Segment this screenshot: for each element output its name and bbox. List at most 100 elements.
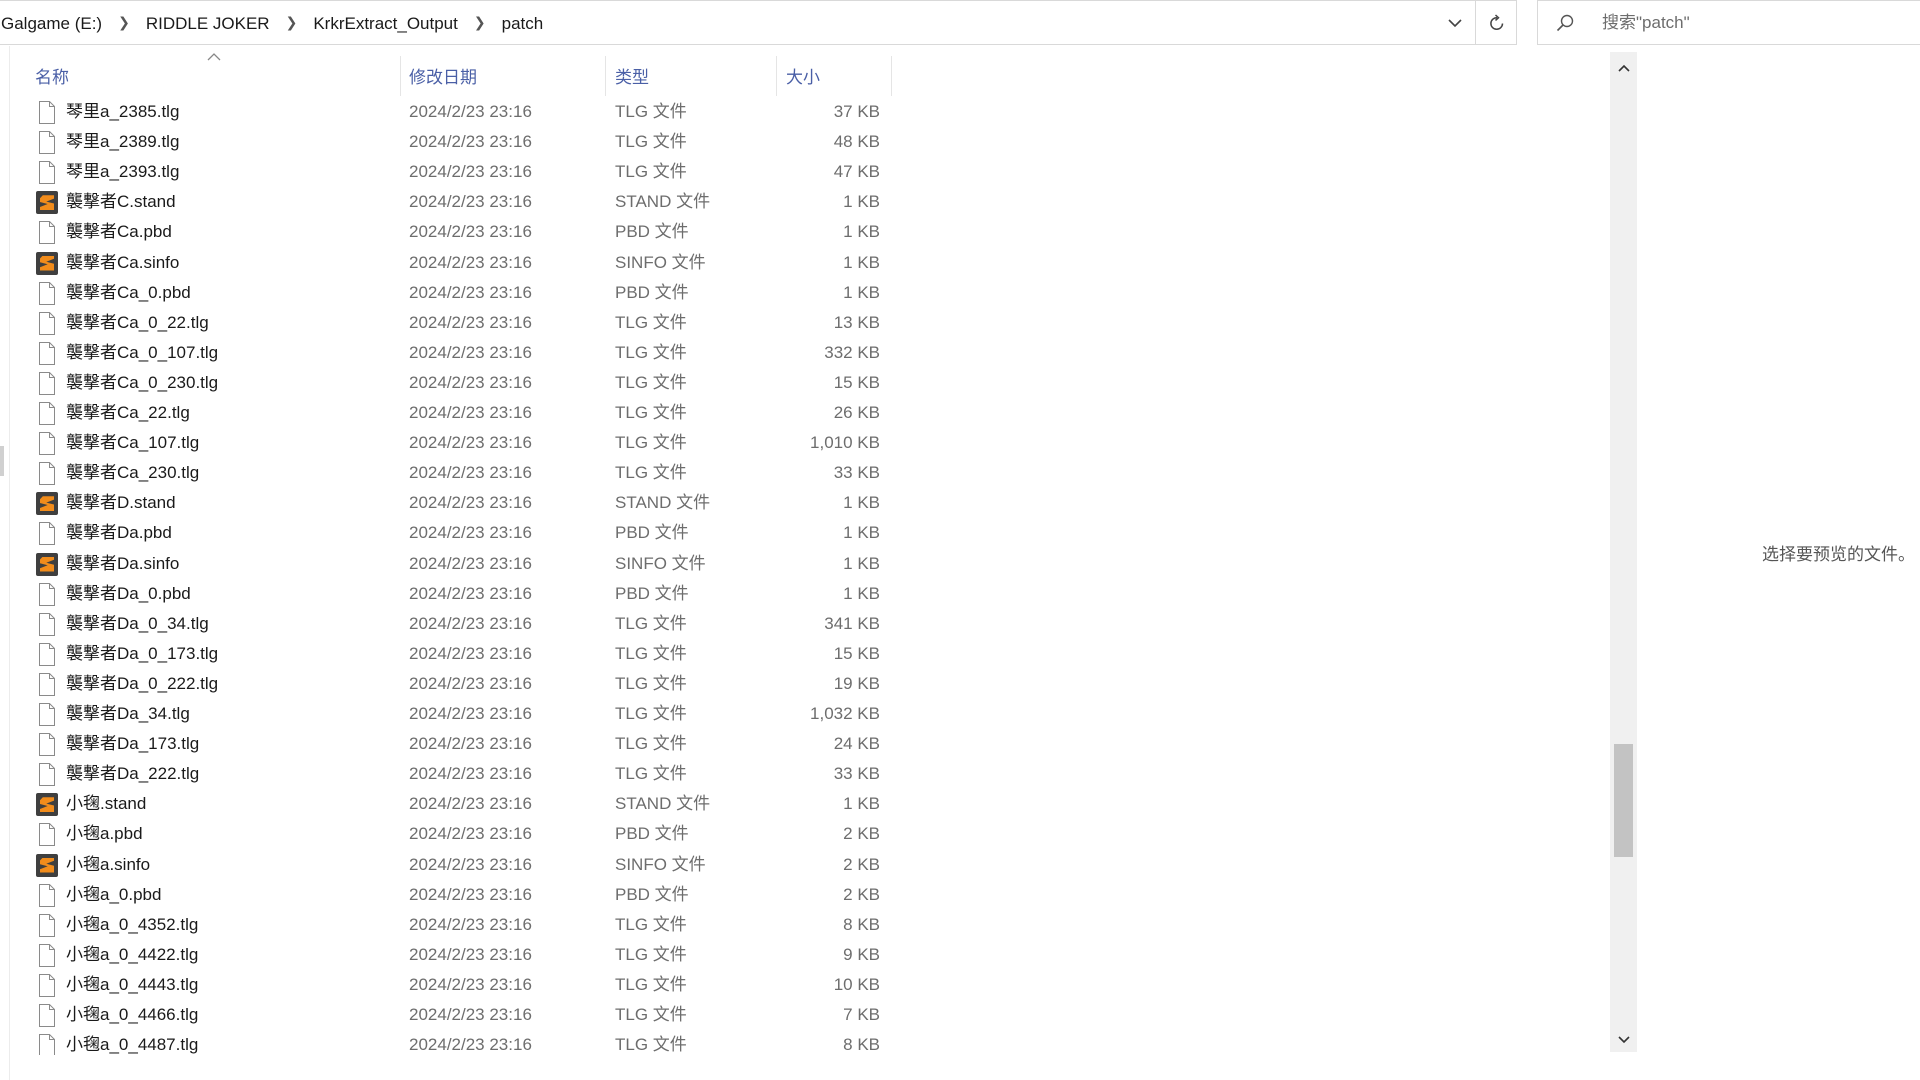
file-name: 琴里a_2393.tlg [66,162,180,182]
scroll-up-button[interactable] [1610,56,1637,80]
file-row[interactable]: 小毱.stand 2024/2/23 23:16 STAND 文件 1 KB [0,789,895,819]
file-row[interactable]: 襲撃者Da_34.tlg 2024/2/23 23:16 TLG 文件 1,032 K… [0,699,895,729]
breadcrumb-riddle-joker[interactable]: RIDDLE JOKER [146,14,270,34]
file-type: PBD 文件 [615,222,689,242]
file-modified-date: 2024/2/23 23:16 [409,312,532,332]
file-row[interactable]: 小毱a_0_4352.tlg 2024/2/23 23:16 TLG 文件 8 KB [0,910,895,940]
file-type: TLG 文件 [615,944,687,964]
breadcrumb-krkrextract-output[interactable]: KrkrExtract_Output [313,14,458,34]
file-name: 琴里a_2389.tlg [66,132,180,152]
file-row[interactable]: 小毱a_0_4422.tlg 2024/2/23 23:16 TLG 文件 9 KB [0,940,895,970]
file-type: TLG 文件 [615,162,687,182]
file-row[interactable]: 襲撃者Ca_0.pbd 2024/2/23 23:16 PBD 文件 1 KB [0,278,895,308]
sort-ascending-icon [207,53,221,61]
file-type: TLG 文件 [615,914,687,934]
file-modified-date: 2024/2/23 23:16 [409,884,532,904]
breadcrumb-patch[interactable]: patch [502,14,544,34]
blank-file-icon [36,432,58,456]
file-row[interactable]: 琴里a_2393.tlg 2024/2/23 23:16 TLG 文件 47 KB [0,157,895,187]
blank-file-icon [36,101,58,124]
sublime-file-icon [36,552,58,576]
file-list[interactable]: 琴里a_2385.tlg 2024/2/23 23:16 TLG 文件 37 KB 琴里… [0,97,1610,1055]
blank-file-icon [36,161,58,185]
file-row[interactable]: 襲撃者Ca_107.tlg 2024/2/23 23:16 TLG 文件 1,010 … [0,428,895,458]
refresh-button[interactable] [1475,1,1517,44]
column-divider[interactable] [891,56,892,96]
file-row[interactable]: 襲撃者Ca.pbd 2024/2/23 23:16 PBD 文件 1 KB [0,217,895,247]
file-list-scrollbar[interactable] [1610,52,1637,1052]
file-size: 47 KB [833,162,880,182]
file-type: TLG 文件 [615,372,687,392]
file-modified-date: 2024/2/23 23:16 [409,102,532,121]
file-type: SINFO 文件 [615,252,706,272]
file-row[interactable]: 襲撃者Ca_230.tlg 2024/2/23 23:16 TLG 文件 33 KB [0,458,895,488]
file-type: TLG 文件 [615,673,687,693]
file-size: 13 KB [833,312,880,332]
file-row[interactable]: 襲撃者Ca_0_22.tlg 2024/2/23 23:16 TLG 文件 13 KB [0,308,895,338]
file-row[interactable]: 襲撃者Da_0_222.tlg 2024/2/23 23:16 TLG 文件 19 K… [0,669,895,699]
file-size: 1,010 KB [810,433,880,453]
file-row[interactable]: 襲撃者Da_0_34.tlg 2024/2/23 23:16 TLG 文件 341 K… [0,609,895,639]
file-size: 24 KB [833,734,880,754]
file-row[interactable]: 襲撃者C.stand 2024/2/23 23:16 STAND 文件 1 KB [0,187,895,217]
column-header-size[interactable]: 大小 [776,52,891,98]
file-row[interactable]: 襲撃者Da_173.tlg 2024/2/23 23:16 TLG 文件 24 KB [0,729,895,759]
file-row[interactable]: 琴里a_2385.tlg 2024/2/23 23:16 TLG 文件 37 KB [0,97,895,127]
file-row[interactable]: 襲撃者D.stand 2024/2/23 23:16 STAND 文件 1 KB [0,488,895,518]
file-row[interactable]: 襲撃者Ca.sinfo 2024/2/23 23:16 SINFO 文件 1 KB [0,248,895,278]
file-type: TLG 文件 [615,132,687,152]
file-name: 琴里a_2385.tlg [66,102,180,121]
file-row[interactable]: 小毱a_0_4466.tlg 2024/2/23 23:16 TLG 文件 7 KB [0,1000,895,1030]
scroll-down-button[interactable] [1610,1028,1637,1052]
file-row[interactable]: 襲撃者Ca_0_107.tlg 2024/2/23 23:16 TLG 文件 332 … [0,338,895,368]
file-row[interactable]: 小毱a_0_4487.tlg 2024/2/23 23:16 TLG 文件 8 KB [0,1030,895,1055]
column-header-date[interactable]: 修改日期 [399,52,605,98]
file-name: 襲撃者Da_0.pbd [66,583,191,603]
file-row[interactable]: 襲撃者Da_0.pbd 2024/2/23 23:16 PBD 文件 1 KB [0,579,895,609]
file-modified-date: 2024/2/23 23:16 [409,372,532,392]
blank-file-icon [36,131,58,155]
file-name: 襲撃者Da_34.tlg [66,704,190,723]
breadcrumb-drive[interactable]: Galgame (E:) [1,14,102,34]
file-modified-date: 2024/2/23 23:16 [409,974,532,994]
column-header-type[interactable]: 类型 [605,52,776,98]
file-name: 襲撃者Da.pbd [66,523,172,543]
file-size: 1 KB [843,493,880,513]
file-size: 1 KB [843,553,880,573]
file-modified-date: 2024/2/23 23:16 [409,553,532,573]
file-row[interactable]: 襲撃者Da_222.tlg 2024/2/23 23:16 TLG 文件 33 KB [0,759,895,789]
file-modified-date: 2024/2/23 23:16 [409,403,532,422]
blank-file-icon [36,943,58,967]
file-modified-date: 2024/2/23 23:16 [409,854,532,874]
blank-file-icon [36,913,58,937]
address-history-button[interactable] [1435,1,1475,46]
file-modified-date: 2024/2/23 23:16 [409,734,532,754]
file-name: 小毱a_0_4352.tlg [66,914,199,934]
blank-file-icon [36,462,58,486]
file-type: SINFO 文件 [615,553,706,573]
file-row[interactable]: 襲撃者Da_0_173.tlg 2024/2/23 23:16 TLG 文件 15 K… [0,639,895,669]
file-row[interactable]: 襲撃者Ca_0_230.tlg 2024/2/23 23:16 TLG 文件 15 K… [0,368,895,398]
chevron-right-icon[interactable]: ❯ [286,14,298,31]
file-name: 襲撃者Ca_0_107.tlg [66,342,219,362]
file-modified-date: 2024/2/23 23:16 [409,613,532,633]
address-bar[interactable]: Galgame (E:) ❯ RIDDLE JOKER ❯ KrkrExtrac… [0,0,1517,45]
file-row[interactable]: 小毱a.pbd 2024/2/23 23:16 PBD 文件 2 KB [0,819,895,849]
file-row[interactable]: 襲撃者Ca_22.tlg 2024/2/23 23:16 TLG 文件 26 KB [0,398,895,428]
file-row[interactable]: 小毱a_0.pbd 2024/2/23 23:16 PBD 文件 2 KB [0,880,895,910]
file-type: STAND 文件 [615,493,711,513]
file-name: 小毱a_0_4443.tlg [66,974,199,994]
file-row[interactable]: 襲撃者Da.pbd 2024/2/23 23:16 PBD 文件 1 KB [0,518,895,548]
search-box[interactable] [1537,0,1920,45]
file-modified-date: 2024/2/23 23:16 [409,222,532,242]
file-row[interactable]: 小毱a_0_4443.tlg 2024/2/23 23:16 TLG 文件 10 KB [0,970,895,1000]
search-input[interactable] [1600,11,1904,34]
chevron-right-icon[interactable]: ❯ [474,14,486,31]
file-row[interactable]: 襲撃者Da.sinfo 2024/2/23 23:16 SINFO 文件 1 KB [0,549,895,579]
blank-file-icon [36,582,58,606]
scrollbar-thumb[interactable] [1614,743,1633,857]
chevron-right-icon[interactable]: ❯ [118,14,130,31]
file-row[interactable]: 琴里a_2389.tlg 2024/2/23 23:16 TLG 文件 48 KB [0,127,895,157]
preview-pane-message: 选择要预览的文件。 [1762,545,1915,564]
file-row[interactable]: 小毱a.sinfo 2024/2/23 23:16 SINFO 文件 2 KB [0,850,895,880]
